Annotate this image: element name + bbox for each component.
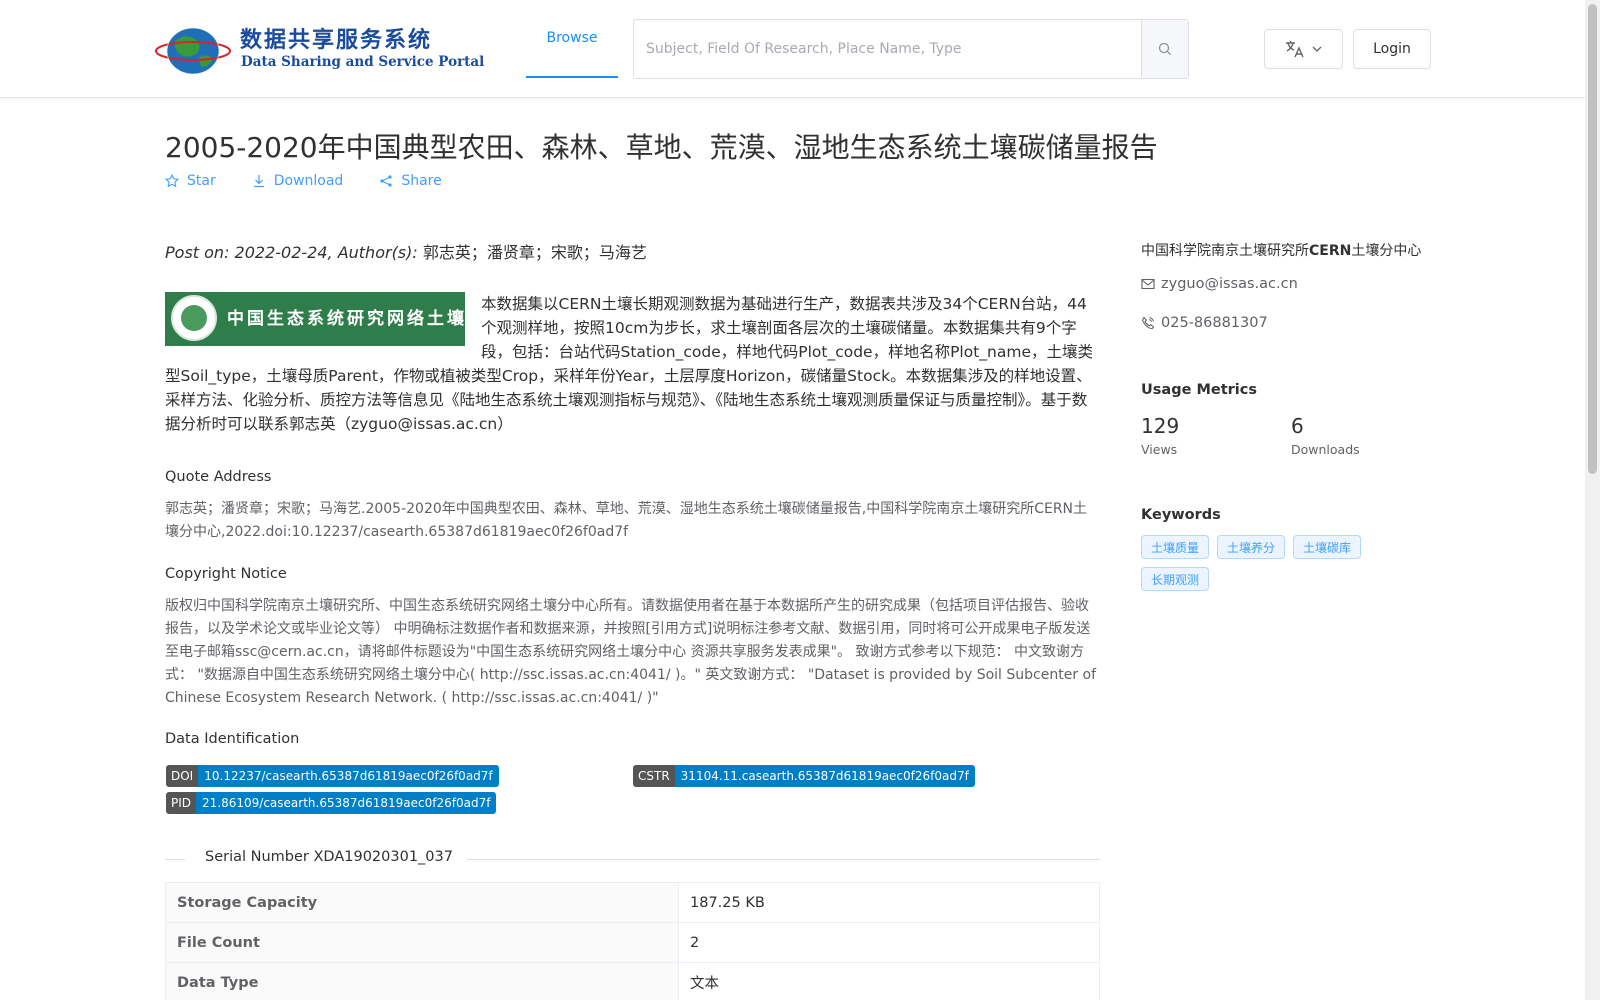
downloads-count: 6 (1291, 414, 1304, 438)
keyword-tag[interactable]: 土壤碳库 (1293, 535, 1362, 559)
doi-value: 10.12237/casearth.65387d61819aec0f26f0ad… (198, 765, 499, 787)
post-info: Post on: 2022-02-24, Author(s): 郭志英；潘贤章；… (165, 239, 647, 263)
download-icon (253, 175, 264, 188)
organization-name: 中国科学院南京土壤研究所CERN土壤分中心 (1141, 240, 1421, 260)
doi-label: DOI (166, 765, 199, 787)
phone-icon (1141, 316, 1155, 330)
share-label: Share (401, 173, 442, 189)
table-value: 187.25 KB (678, 882, 1100, 923)
search-input[interactable] (634, 20, 1141, 78)
doi-badge[interactable]: DOI 10.12237/casearth.65387d61819aec0f26… (166, 765, 499, 787)
copyright-text: 版权归中国科学院南京土壤研究所、中国生态系统研究网络土壤分中心所有。请数据使用者… (165, 598, 1097, 706)
table-row: Storage Capacity 187.25 KB (165, 882, 1100, 923)
star-button[interactable]: Star (165, 173, 216, 189)
post-date: Post on: 2022-02-24, Author(s): (165, 243, 423, 262)
pid-value: 21.86109/casearth.65387d61819aec0f26f0ad… (196, 792, 497, 814)
share-button[interactable]: Share (379, 173, 442, 189)
quote-text: 郭志英；潘贤章；宋歌；马海艺.2005-2020年中国典型农田、森林、草地、荒漠… (165, 501, 1088, 540)
keyword-tag[interactable]: 土壤养分 (1217, 535, 1286, 559)
soil-subcenter-banner: 中国生态系统研究网络土壤分中心 (165, 292, 465, 346)
identification-heading: Data Identification (165, 731, 300, 747)
keyword-tag[interactable]: 长期观测 (1141, 567, 1210, 591)
views-count: 129 (1141, 414, 1180, 438)
translate-icon (1285, 41, 1304, 58)
search-icon (1158, 42, 1171, 55)
org-name-prefix: 中国科学院南京土壤研究所 (1141, 243, 1309, 259)
star-label: Star (187, 173, 216, 189)
table-key: Storage Capacity (165, 882, 679, 923)
keyword-tag[interactable]: 土壤质量 (1141, 535, 1210, 559)
cstr-badge[interactable]: CSTR 31104.11.casearth.65387d61819aec0f2… (633, 765, 975, 787)
serial-divider: Serial Number XDA19020301_037 (165, 849, 1100, 869)
dataset-info-table: Storage Capacity 187.25 KB File Count 2 … (165, 882, 1100, 1000)
nav-browse-tab[interactable]: Browse (526, 0, 618, 78)
banner-text: 中国生态系统研究网络土壤分中心 (227, 309, 465, 329)
downloads-label: Downloads (1291, 442, 1360, 457)
serial-number: Serial Number XDA19020301_037 (205, 849, 453, 865)
downloads-metric: 6 Downloads (1291, 414, 1360, 457)
dataset-title: 2005-2020年中国典型农田、森林、草地、荒漠、湿地生态系统土壤碳储量报告 (165, 131, 1158, 164)
keywords-heading: Keywords (1141, 507, 1221, 523)
table-key: Data Type (165, 962, 679, 1000)
contact-email[interactable]: zyguo@issas.ac.cn (1141, 276, 1298, 292)
top-header: 数据共享服务系统 Data Sharing and Service Portal… (0, 0, 1585, 98)
dataset-actions: Star Download Share (165, 173, 478, 189)
share-icon (380, 175, 392, 187)
language-switch-button[interactable] (1264, 29, 1343, 69)
download-button[interactable]: Download (252, 173, 344, 189)
globe-logo-icon (155, 27, 231, 75)
table-value: 文本 (678, 962, 1100, 1000)
table-row: Data Type 文本 (165, 962, 1100, 1000)
email-text: zyguo@issas.ac.cn (1161, 276, 1298, 292)
copyright-heading: Copyright Notice (165, 566, 287, 582)
contact-phone: 025-86881307 (1141, 315, 1268, 331)
usage-metrics-heading: Usage Metrics (1141, 382, 1257, 398)
search-box (633, 19, 1189, 79)
pid-label: PID (166, 792, 197, 814)
soil-subcenter-seal-icon (171, 295, 217, 341)
org-name-suffix: 土壤分中心 (1351, 243, 1422, 259)
page-scrollbar[interactable] (1585, 0, 1600, 1000)
table-key: File Count (165, 922, 679, 963)
org-name-bold: CERN (1309, 243, 1352, 259)
star-icon (165, 174, 179, 188)
table-value: 2 (678, 922, 1100, 963)
quote-heading: Quote Address (165, 469, 272, 485)
table-row: File Count 2 (165, 922, 1100, 963)
download-label: Download (273, 173, 344, 189)
login-button[interactable]: Login (1353, 29, 1431, 69)
logo-chinese-title: 数据共享服务系统 (240, 28, 433, 53)
cstr-value: 31104.11.casearth.65387d61819aec0f26f0ad… (674, 765, 975, 787)
logo-english-title: Data Sharing and Service Portal (241, 54, 485, 70)
search-button[interactable] (1141, 20, 1188, 78)
author-list: 郭志英；潘贤章；宋歌；马海艺 (422, 243, 647, 262)
portal-logo[interactable]: 数据共享服务系统 Data Sharing and Service Portal (155, 20, 484, 78)
phone-text: 025-86881307 (1161, 315, 1268, 331)
mail-icon (1141, 278, 1155, 290)
chevron-down-icon (1312, 46, 1321, 52)
views-metric: 129 Views (1141, 414, 1179, 457)
pid-badge[interactable]: PID 21.86109/casearth.65387d61819aec0f26… (166, 792, 497, 814)
cstr-label: CSTR (633, 765, 675, 787)
dataset-description: 中国生态系统研究网络土壤分中心 本数据集以CERN土壤长期观测数据为基础进行生产… (165, 292, 1100, 436)
views-label: Views (1141, 442, 1178, 457)
scrollbar-thumb[interactable] (1588, 4, 1597, 474)
